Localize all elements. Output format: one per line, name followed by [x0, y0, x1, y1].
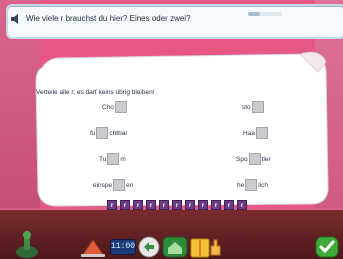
progress-bar: [248, 12, 282, 16]
drop-slot[interactable]: [255, 127, 268, 139]
drop-slot[interactable]: [107, 153, 120, 165]
home-icon[interactable]: [162, 236, 188, 258]
letter-tile[interactable]: r: [120, 200, 130, 210]
drop-slot[interactable]: [245, 179, 258, 191]
word-right-3: Spo tler: [236, 153, 271, 165]
character-icon[interactable]: [14, 230, 40, 259]
word-part: fu: [90, 129, 96, 137]
drop-slot[interactable]: [96, 127, 109, 139]
letter-tile[interactable]: r: [159, 200, 169, 210]
drop-slot[interactable]: [113, 179, 126, 191]
letter-tile-tray: r r r r r r r r r r r: [107, 200, 247, 210]
letter-tile[interactable]: r: [146, 200, 156, 210]
letter-tile[interactable]: r: [133, 200, 143, 210]
word-part: chtbar: [109, 129, 128, 137]
word-part: Tu: [99, 155, 107, 163]
word-part: he: [237, 181, 245, 189]
word-left-2: fu chtbar: [90, 127, 128, 139]
letter-tile[interactable]: r: [172, 200, 182, 210]
drop-slot[interactable]: [248, 153, 261, 165]
speaker-icon[interactable]: [9, 12, 21, 26]
book-icon[interactable]: [190, 238, 210, 258]
word-right-4: he lich: [237, 179, 268, 191]
letter-tile[interactable]: r: [198, 200, 208, 210]
game-stage: Wie viele r brauchst du hier? Eines oder…: [0, 0, 343, 259]
word-part: Spo: [236, 155, 248, 163]
word-part: tler: [261, 155, 271, 163]
word-part: en: [126, 181, 134, 189]
task-instruction: Verteile alle r, es darf keins übrig ble…: [36, 89, 155, 96]
question-banner: Wie viele r brauchst du hier? Eines oder…: [6, 4, 343, 39]
word-left-1: Cho: [102, 101, 128, 113]
paper-card: [30, 48, 330, 208]
progress-fill: [248, 12, 260, 16]
word-part: einspe: [93, 181, 113, 189]
drop-slot[interactable]: [251, 101, 264, 113]
hand-icon[interactable]: [208, 238, 222, 256]
letter-tile[interactable]: r: [224, 200, 234, 210]
word-part: m: [120, 155, 126, 163]
word-left-4: einspe en: [93, 179, 133, 191]
stamp-icon[interactable]: [78, 236, 108, 258]
clock-display: 11:00: [110, 239, 136, 255]
drop-slot[interactable]: [114, 101, 127, 113]
word-part: lich: [258, 181, 268, 189]
question-text: Wie viele r brauchst du hier? Eines oder…: [26, 14, 191, 23]
letter-tile[interactable]: r: [211, 200, 221, 210]
check-icon[interactable]: [315, 236, 339, 258]
letter-tile[interactable]: r: [237, 200, 247, 210]
word-part: Haa: [243, 129, 255, 137]
word-part: sto: [242, 103, 251, 111]
back-arrow-icon[interactable]: [138, 236, 160, 258]
word-part: Cho: [102, 103, 114, 111]
letter-tile[interactable]: r: [107, 200, 117, 210]
word-left-3: Tu m: [99, 153, 126, 165]
letter-tile[interactable]: r: [185, 200, 195, 210]
word-right-1: sto: [242, 101, 265, 113]
word-right-2: Haa: [243, 127, 269, 139]
